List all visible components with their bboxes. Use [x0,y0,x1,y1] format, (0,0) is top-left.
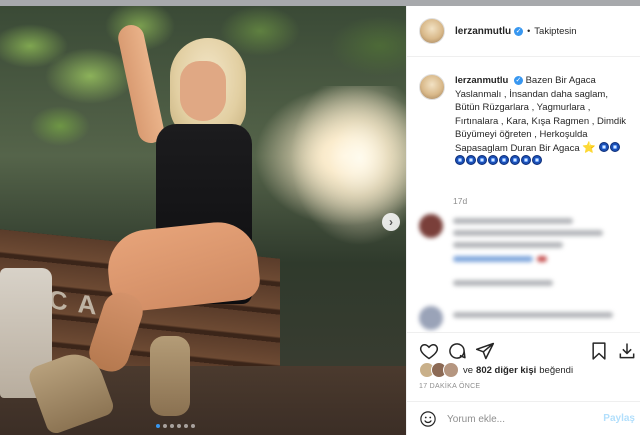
blurred-text [453,280,553,286]
evil-eye-emoji [598,141,609,152]
header-username[interactable]: lerzanmutlu [455,26,511,37]
evil-eye-emoji [510,155,520,165]
post-timestamp: 17 DAKİKA ÖNCE [419,383,481,390]
follow-status[interactable]: Takiptesin [534,26,576,37]
comment-avatar [419,214,443,238]
carousel-dot[interactable] [170,424,174,428]
avatar[interactable] [419,18,445,44]
blurred-text [453,312,613,318]
post-side-panel: lerzanmutlu ✓ • Takiptesin lerzanmutlu ✓… [406,6,640,435]
carousel-dot[interactable] [156,424,160,428]
blurred-text [453,218,573,224]
comment-box: Paylaş [407,401,640,436]
evil-eye-emoji [609,141,620,152]
blurred-comment [419,306,629,330]
evil-eye-emoji [477,155,487,165]
likes-prefix: ve [463,364,474,376]
evil-eye-emoji [532,155,542,165]
verified-icon: ✓ [513,75,523,85]
caption: lerzanmutlu ✓ Bazen Bir Agaca Yaslanmalı… [455,74,629,169]
likes-count[interactable]: 802 diğer kişi [476,365,536,376]
share-icon[interactable] [475,341,495,361]
blurred-comment [419,214,629,304]
separator-dot: • [527,26,531,36]
post-comment-button[interactable]: Paylaş [603,413,635,424]
person-boot-right [150,336,190,416]
likes-suffix: beğendi [539,364,574,376]
carousel-dot[interactable] [177,424,181,428]
evil-eye-emoji [455,155,465,165]
post-header: lerzanmutlu ✓ • Takiptesin [407,6,640,57]
caption-row: lerzanmutlu ✓ Bazen Bir Agaca Yaslanmalı… [419,74,629,169]
comment-avatar [419,306,443,330]
blurred-text [537,256,547,262]
evil-eye-emoji [521,155,531,165]
carousel-dot[interactable] [184,424,188,428]
liker-avatar[interactable] [443,362,459,378]
person-face [180,61,226,121]
carousel-dots [156,424,195,428]
carousel-dot[interactable] [163,424,167,428]
caption-time: 17d [453,196,468,206]
heart-icon[interactable] [419,341,439,361]
blurred-text [453,256,533,262]
post-photo[interactable]: ACA [0,6,406,435]
star-emoji: ⭐ [582,141,596,154]
carousel-dot[interactable] [191,424,195,428]
evil-eye-emoji [488,155,498,165]
caption-avatar[interactable] [419,74,445,100]
blurred-text [453,230,603,236]
next-arrow-icon[interactable]: › [382,213,400,231]
caption-username[interactable]: lerzanmutlu [455,75,508,86]
evil-eye-emoji [466,155,476,165]
blurred-text [453,242,563,248]
comment-icon[interactable] [447,341,467,361]
likes-summary: ve 802 diğer kişi beğendi [419,362,573,378]
comment-input[interactable] [447,411,597,427]
emoji-icon[interactable] [419,410,437,428]
verified-icon: ✓ [514,26,524,36]
evil-eye-emoji [499,155,509,165]
caption-text: Bazen Bir Agaca Yaslanmalı , İnsandan da… [455,75,627,154]
download-icon[interactable] [617,341,637,361]
bookmark-icon[interactable] [589,341,609,361]
